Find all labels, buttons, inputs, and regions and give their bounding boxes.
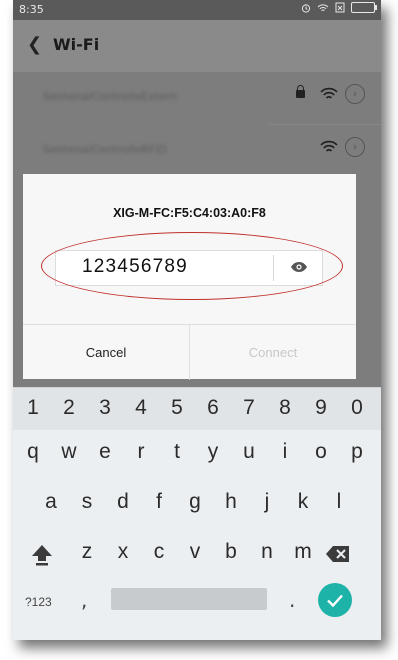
- key-7[interactable]: 7: [232, 396, 266, 420]
- back-icon[interactable]: ❮: [27, 34, 42, 55]
- key-6[interactable]: 6: [196, 396, 230, 420]
- eye-icon[interactable]: [290, 260, 308, 274]
- page-title: Wi-Fi: [53, 35, 100, 54]
- wifi-password-dialog: XIG-M-FC:F5:C4:03:A0:F8 123456789 Cancel…: [23, 174, 356, 380]
- key-o[interactable]: o: [304, 440, 338, 464]
- shift-icon[interactable]: [27, 540, 57, 570]
- status-icons: [301, 2, 377, 13]
- wifi-signal-icon: [320, 140, 338, 152]
- key-2[interactable]: 2: [52, 396, 86, 420]
- password-field[interactable]: 123456789: [55, 250, 323, 286]
- wifi-network-row[interactable]: SentenaiControlloRFID ›: [13, 125, 381, 177]
- network-detail-icon[interactable]: ›: [345, 137, 365, 157]
- dialog-button-bar: Cancel Connect: [23, 324, 356, 380]
- key-f[interactable]: f: [142, 490, 176, 514]
- key-3[interactable]: 3: [88, 396, 122, 420]
- enter-key[interactable]: [318, 583, 352, 617]
- status-bar: 8:35: [13, 0, 381, 20]
- connect-button[interactable]: Connect: [190, 325, 356, 380]
- key-x[interactable]: x: [106, 540, 140, 564]
- wifi-network-name: SentenaiControlloExtern: [43, 90, 177, 103]
- key-j[interactable]: j: [250, 490, 284, 514]
- key-g[interactable]: g: [178, 490, 212, 514]
- key-r[interactable]: r: [124, 440, 158, 464]
- key-l[interactable]: l: [322, 490, 356, 514]
- backspace-icon[interactable]: [325, 544, 351, 564]
- phone-screen: 8:35 ❮ Wi-Fi SentenaiControlloExtern › S…: [13, 0, 381, 640]
- key-m[interactable]: m: [286, 540, 320, 564]
- status-time: 8:35: [19, 3, 44, 16]
- wifi-network-row[interactable]: SentenaiControlloExtern ›: [13, 72, 381, 124]
- key-b[interactable]: b: [214, 540, 248, 564]
- cancel-button[interactable]: Cancel: [23, 325, 189, 380]
- key-4[interactable]: 4: [124, 396, 158, 420]
- soft-keyboard: 1 2 3 4 5 6 7 8 9 0 q w e r t y u i o p …: [13, 387, 381, 640]
- network-detail-icon[interactable]: ›: [345, 84, 365, 104]
- battery-icon: [351, 2, 377, 13]
- password-value: 123456789: [82, 256, 188, 277]
- symbols-key[interactable]: ?123: [25, 595, 52, 609]
- key-9[interactable]: 9: [304, 396, 338, 420]
- key-p[interactable]: p: [340, 440, 374, 464]
- key-t[interactable]: t: [160, 440, 194, 464]
- key-i[interactable]: i: [268, 440, 302, 464]
- key-w[interactable]: w: [52, 440, 86, 464]
- key-n[interactable]: n: [250, 540, 284, 564]
- key-d[interactable]: d: [106, 490, 140, 514]
- dialog-network-name: XIG-M-FC:F5:C4:03:A0:F8: [113, 206, 266, 220]
- comma-key[interactable]: ,: [81, 588, 87, 612]
- key-8[interactable]: 8: [268, 396, 302, 420]
- key-v[interactable]: v: [178, 540, 212, 564]
- key-a[interactable]: a: [34, 490, 68, 514]
- key-h[interactable]: h: [214, 490, 248, 514]
- period-key[interactable]: .: [289, 588, 295, 612]
- key-y[interactable]: y: [196, 440, 230, 464]
- wifi-status-icon: [317, 3, 329, 11]
- wifi-signal-icon: [320, 87, 338, 99]
- key-5[interactable]: 5: [160, 396, 194, 420]
- key-z[interactable]: z: [70, 540, 104, 564]
- key-e[interactable]: e: [88, 440, 122, 464]
- no-sim-icon: [335, 2, 345, 13]
- key-k[interactable]: k: [286, 490, 320, 514]
- field-separator: [273, 255, 274, 281]
- key-u[interactable]: u: [232, 440, 266, 464]
- alarm-icon: [301, 3, 311, 13]
- top-app-bar: ❮ Wi-Fi: [13, 20, 381, 72]
- key-0[interactable]: 0: [340, 396, 374, 420]
- key-q[interactable]: q: [16, 440, 50, 464]
- key-1[interactable]: 1: [16, 396, 50, 420]
- space-bar[interactable]: [111, 588, 267, 610]
- key-s[interactable]: s: [70, 490, 104, 514]
- check-icon: [327, 594, 343, 608]
- wifi-network-name: SentenaiControlloRFID: [43, 143, 167, 156]
- lock-icon: [296, 85, 305, 98]
- key-c[interactable]: c: [142, 540, 176, 564]
